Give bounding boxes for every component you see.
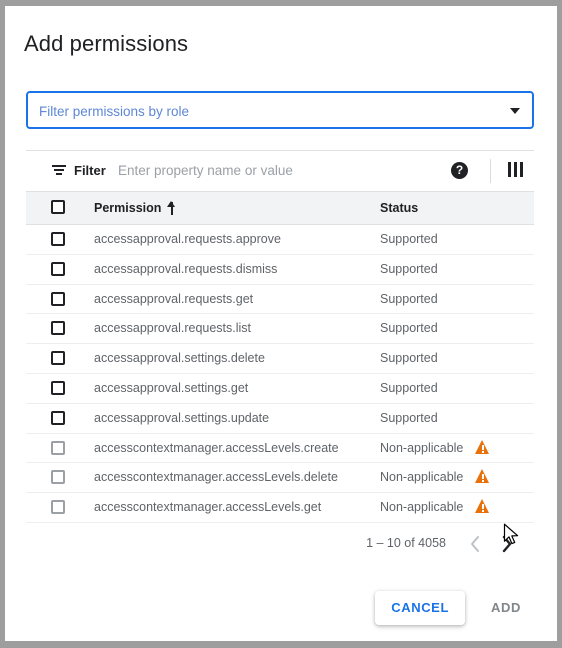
role-filter-placeholder: Filter permissions by role <box>39 104 190 119</box>
cell-permission: accessapproval.settings.update <box>94 410 270 425</box>
table-toolbar: Filter ? <box>26 150 534 191</box>
filter-input[interactable] <box>118 162 398 180</box>
help-icon[interactable]: ? <box>451 162 468 179</box>
cancel-button[interactable]: CANCEL <box>375 591 465 625</box>
row-checkbox[interactable] <box>51 232 65 246</box>
warning-icon <box>475 499 490 514</box>
toolbar-divider <box>490 159 491 183</box>
cell-status: Supported <box>380 232 438 246</box>
role-filter-select[interactable]: Filter permissions by role <box>26 91 534 129</box>
column-header-permission[interactable]: Permission <box>94 201 161 216</box>
cell-status: Supported <box>380 291 438 306</box>
table-row[interactable]: accesscontextmanager.accessLevels.create… <box>26 433 534 464</box>
row-checkbox[interactable] <box>51 261 65 276</box>
table-row[interactable]: accessapproval.requests.approve Supporte… <box>26 225 534 255</box>
warning-icon <box>475 439 490 454</box>
permissions-table: Filter ? Permission Status accessapprova… <box>26 150 534 563</box>
table-row[interactable]: accessapproval.requests.get Supported <box>26 284 534 315</box>
warning-icon <box>475 469 490 484</box>
chevron-down-icon <box>510 108 520 114</box>
table-row[interactable]: accessapproval.requests.list Supported <box>26 314 534 345</box>
cell-permission: accesscontextmanager.accessLevels.get <box>94 500 322 515</box>
columns-icon[interactable] <box>508 162 524 177</box>
table-row[interactable]: accesscontextmanager.accessLevels.delete… <box>26 463 534 494</box>
row-checkbox[interactable] <box>51 291 65 306</box>
pagination-range: 1 – 10 of 4058 <box>366 535 446 550</box>
table-row[interactable]: accessapproval.settings.update Supported <box>26 403 534 434</box>
row-checkbox[interactable] <box>51 380 65 395</box>
cell-permission: accessapproval.requests.get <box>94 291 254 306</box>
table-row[interactable]: accesscontextmanager.accessLevels.get No… <box>26 493 534 523</box>
row-checkbox <box>51 470 65 485</box>
row-checkbox[interactable] <box>51 351 65 366</box>
pagination: 1 – 10 of 4058 <box>26 522 534 563</box>
add-permissions-dialog: Add permissions Filter permissions by ro… <box>5 6 557 641</box>
cell-permission: accessapproval.requests.list <box>94 321 252 336</box>
cell-status: Supported <box>380 380 438 395</box>
filter-icon[interactable] <box>52 165 66 177</box>
sort-ascending-icon[interactable] <box>166 199 178 216</box>
chevron-left-icon[interactable] <box>464 533 486 555</box>
cell-status: Non-applicable <box>380 440 464 455</box>
table-header-row: Permission Status <box>26 191 534 225</box>
filter-label: Filter <box>74 163 106 178</box>
cell-status: Supported <box>380 410 438 425</box>
row-checkbox[interactable] <box>51 410 65 425</box>
cell-permission: accessapproval.requests.dismiss <box>94 261 278 276</box>
cell-permission: accessapproval.settings.delete <box>94 351 265 366</box>
chevron-right-icon[interactable] <box>496 533 518 555</box>
cell-permission: accessapproval.requests.approve <box>94 232 281 246</box>
row-checkbox <box>51 440 65 455</box>
table-row[interactable]: accessapproval.settings.delete Supported <box>26 344 534 374</box>
cell-permission: accesscontextmanager.accessLevels.create <box>94 440 339 455</box>
cell-status: Supported <box>380 351 438 366</box>
row-checkbox <box>51 500 65 515</box>
select-all-checkbox[interactable] <box>51 200 65 214</box>
cell-permission: accesscontextmanager.accessLevels.delete <box>94 470 338 485</box>
cell-status: Supported <box>380 321 438 336</box>
column-header-status[interactable]: Status <box>380 201 418 216</box>
cell-permission: accessapproval.settings.get <box>94 380 249 395</box>
add-button: ADD <box>475 591 537 625</box>
cell-status: Non-applicable <box>380 470 464 485</box>
page-title: Add permissions <box>24 31 189 56</box>
table-row[interactable]: accessapproval.settings.get Supported <box>26 373 534 404</box>
cell-status: Non-applicable <box>380 500 464 515</box>
row-checkbox[interactable] <box>51 321 65 336</box>
table-row[interactable]: accessapproval.requests.dismiss Supporte… <box>26 254 534 285</box>
cell-status: Supported <box>380 261 438 276</box>
